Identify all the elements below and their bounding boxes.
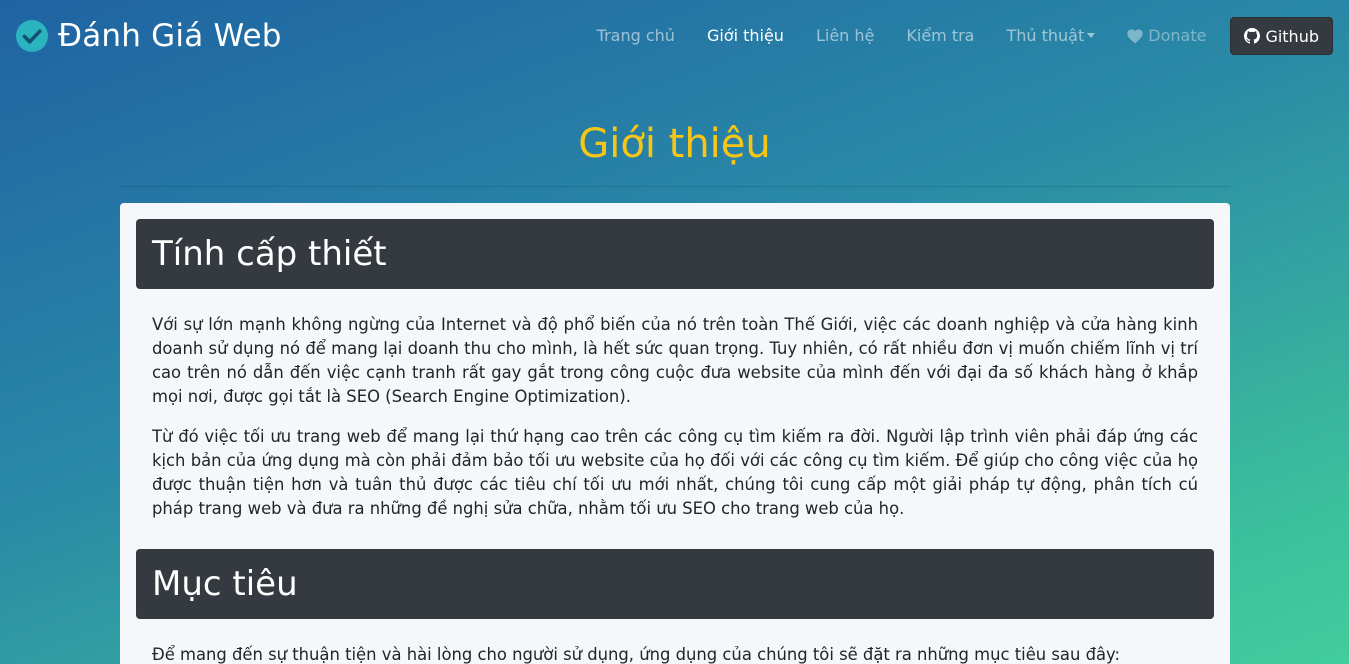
section-body: Với sự lớn mạnh không ngừng của Internet… — [136, 289, 1214, 521]
navbar: Đánh Giá Web Trang chủ Giới thiệu Liên h… — [0, 0, 1349, 72]
paragraph: Với sự lớn mạnh không ngừng của Internet… — [152, 315, 1198, 406]
nav-item-tips-label: Thủ thuật — [1006, 26, 1085, 45]
nav-item-contact[interactable]: Liên hệ — [800, 17, 890, 55]
nav-menu: Trang chủ Giới thiệu Liên hệ Kiểm tra Th… — [581, 17, 1333, 55]
page-title: Giới thiệu — [578, 121, 771, 167]
paragraph: Từ đó việc tối ưu trang web để mang lại … — [152, 427, 1198, 518]
check-circle-icon — [16, 20, 48, 52]
github-button[interactable]: Github — [1230, 17, 1333, 55]
content-card: Tính cấp thiết Với sự lớn mạnh không ngừ… — [120, 203, 1230, 664]
title-divider — [120, 186, 1230, 187]
brand-name: Đánh Giá Web — [58, 18, 282, 54]
section-goals: Mục tiêu Để mang đến sự thuận tiện và hà… — [136, 549, 1214, 664]
section-body: Để mang đến sự thuận tiện và hài lòng ch… — [136, 619, 1214, 664]
github-icon — [1244, 28, 1261, 44]
nav-item-check[interactable]: Kiểm tra — [890, 17, 990, 55]
nav-item-about[interactable]: Giới thiệu — [691, 17, 800, 55]
section-heading: Mục tiêu — [136, 549, 1214, 619]
nav-item-tips-dropdown[interactable]: Thủ thuật — [990, 17, 1111, 55]
caret-down-icon — [1087, 33, 1096, 38]
github-label: Github — [1265, 26, 1319, 46]
section-heading: Tính cấp thiết — [136, 219, 1214, 289]
donate-link[interactable]: Donate — [1111, 17, 1222, 55]
section-urgency: Tính cấp thiết Với sự lớn mạnh không ngừ… — [136, 219, 1214, 521]
donate-label: Donate — [1148, 26, 1207, 45]
nav-item-home[interactable]: Trang chủ — [581, 17, 691, 55]
heart-icon — [1127, 29, 1143, 43]
brand-link[interactable]: Đánh Giá Web — [16, 17, 282, 55]
paragraph: Để mang đến sự thuận tiện và hài lòng ch… — [152, 645, 1121, 664]
